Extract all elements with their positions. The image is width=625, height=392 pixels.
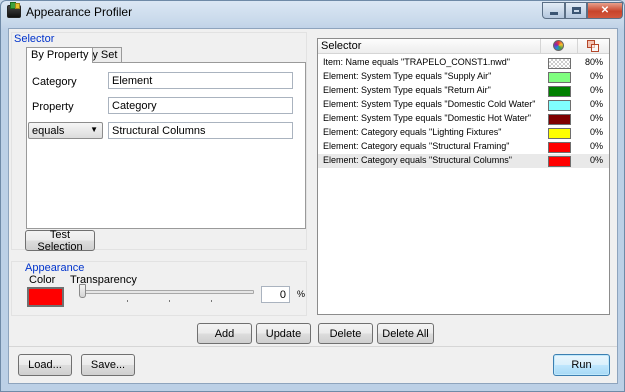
list-item-transparency: 0% <box>589 99 603 109</box>
column-header-color[interactable] <box>541 39 578 54</box>
percent-label: % <box>297 289 306 299</box>
update-button[interactable]: Update <box>256 323 311 344</box>
transparency-input[interactable]: 0 <box>261 286 290 303</box>
list-item[interactable]: Element: Category equals "Lighting Fixtu… <box>318 126 609 140</box>
list-item-color-swatch[interactable] <box>548 114 571 125</box>
selector-group-label: Selector <box>14 33 55 45</box>
list-item-selector: Element: Category equals "Structural Col… <box>323 155 512 165</box>
close-button[interactable]: ✕ <box>587 2 623 19</box>
operator-dropdown[interactable]: equals ▼ <box>28 122 103 139</box>
list-item-transparency: 0% <box>589 155 603 165</box>
test-selection-button[interactable]: Test Selection <box>25 229 95 253</box>
footer-separator <box>9 346 617 347</box>
run-button[interactable]: Run <box>553 354 610 376</box>
list-item[interactable]: Element: Category equals "Structural Col… <box>318 154 609 168</box>
column-header-transparency[interactable] <box>578 39 609 54</box>
slider-tick <box>169 300 170 302</box>
selector-group: Selector By Property By Set Category Ele… <box>11 32 307 250</box>
list-item-color-swatch[interactable] <box>548 142 571 153</box>
list-item-transparency: 0% <box>589 127 603 137</box>
close-icon: ✕ <box>600 5 610 16</box>
tab-by-property[interactable]: By Property <box>26 47 94 63</box>
save-button[interactable]: Save... <box>81 354 135 376</box>
slider-tick <box>211 300 212 302</box>
maximize-button[interactable] <box>565 2 587 19</box>
list-item-selector: Element: Category equals "Structural Fra… <box>323 141 510 151</box>
window-title: Appearance Profiler <box>26 5 133 19</box>
list-item-transparency: 0% <box>589 141 603 151</box>
color-wheel-icon <box>553 40 564 51</box>
transparency-slider-thumb[interactable] <box>79 284 86 298</box>
minimize-icon <box>549 12 558 15</box>
dialog-client-area: Selector By Property By Set Category Ele… <box>8 28 618 384</box>
list-item[interactable]: Element: System Type equals "Domestic Co… <box>318 98 609 112</box>
delete-all-button[interactable]: Delete All <box>377 323 434 344</box>
list-item[interactable]: Element: Category equals "Structural Fra… <box>318 140 609 154</box>
load-button[interactable]: Load... <box>18 354 72 376</box>
property-field[interactable]: Category <box>108 97 293 114</box>
category-field[interactable]: Element <box>108 72 293 89</box>
list-item-transparency: 80% <box>584 57 603 67</box>
color-swatch-button[interactable] <box>27 287 64 307</box>
list-item-selector: Item: Name equals "TRAPELO_CONST1.nwd" <box>323 57 510 67</box>
list-item-color-swatch[interactable] <box>548 128 571 139</box>
appearance-profiler-window: Appearance Profiler ✕ Selector By Proper… <box>0 0 625 392</box>
minimize-button[interactable] <box>542 2 565 19</box>
delete-button[interactable]: Delete <box>318 323 373 344</box>
list-item-selector: Element: System Type equals "Domestic Co… <box>323 99 536 109</box>
list-item-selector: Element: System Type equals "Domestic Ho… <box>323 113 531 123</box>
list-item[interactable]: Element: System Type equals "Supply Air"… <box>318 70 609 84</box>
category-label: Category <box>32 76 77 88</box>
list-item-selector: Element: Category equals "Lighting Fixtu… <box>323 127 502 137</box>
chevron-down-icon: ▼ <box>90 125 98 134</box>
property-label: Property <box>32 101 74 113</box>
list-header: Selector <box>318 39 609 54</box>
selector-list[interactable]: Selector Item: Name equals "TRAPELO_CONS… <box>317 38 610 315</box>
list-item[interactable]: Element: System Type equals "Return Air"… <box>318 84 609 98</box>
operator-value: equals <box>32 125 65 137</box>
app-icon <box>7 2 21 18</box>
list-item-color-swatch[interactable] <box>548 156 571 167</box>
appearance-group-label: Appearance <box>25 262 85 274</box>
add-button[interactable]: Add <box>197 323 252 344</box>
list-item-color-swatch[interactable] <box>548 58 571 69</box>
by-property-page: Category Element Property Category equal… <box>26 62 306 229</box>
list-item-color-swatch[interactable] <box>548 86 571 97</box>
list-item-transparency: 0% <box>589 113 603 123</box>
list-item-color-swatch[interactable] <box>548 100 571 111</box>
transparency-icon <box>587 40 599 52</box>
column-header-selector[interactable]: Selector <box>318 39 541 54</box>
value-field[interactable]: Structural Columns <box>108 122 293 139</box>
list-item-selector: Element: System Type equals "Return Air" <box>323 85 491 95</box>
list-item-transparency: 0% <box>589 71 603 81</box>
list-item-transparency: 0% <box>589 85 603 95</box>
appearance-group: Appearance Color Transparency 0 % <box>11 261 307 316</box>
list-item-color-swatch[interactable] <box>548 72 571 83</box>
title-bar: Appearance Profiler ✕ <box>1 1 624 23</box>
transparency-slider-track[interactable] <box>82 290 254 294</box>
maximize-icon <box>571 7 581 14</box>
slider-tick <box>127 300 128 302</box>
list-item-selector: Element: System Type equals "Supply Air" <box>323 71 492 81</box>
color-label: Color <box>29 274 56 286</box>
list-item[interactable]: Item: Name equals "TRAPELO_CONST1.nwd" 80… <box>318 56 609 70</box>
list-item[interactable]: Element: System Type equals "Domestic Ho… <box>318 112 609 126</box>
